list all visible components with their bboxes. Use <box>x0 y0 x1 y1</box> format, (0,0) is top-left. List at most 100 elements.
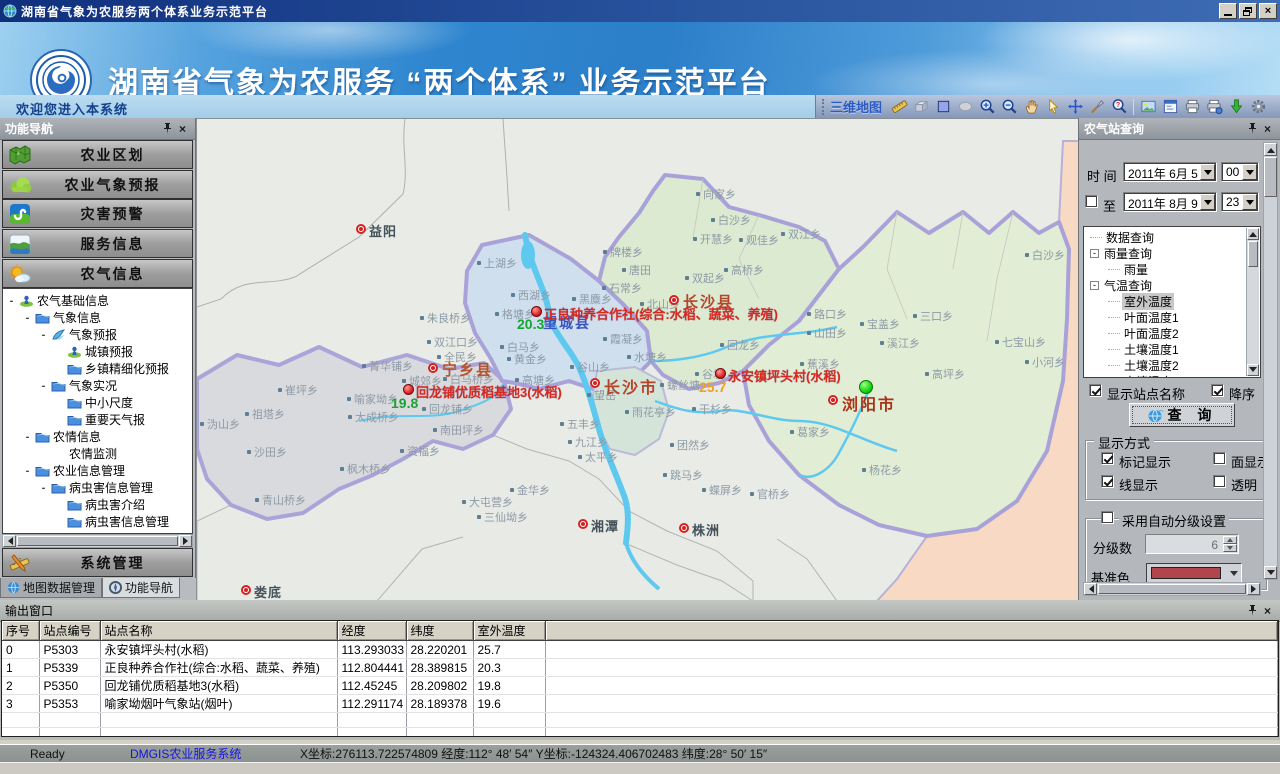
level-count-spinner[interactable]: 6 <box>1145 534 1239 554</box>
nav-button-agro-weather-info[interactable]: 农气信息 <box>2 259 193 288</box>
output-table-row[interactable]: 1P5339正良种养合作社(综合:水稻、蔬菜、养殖)112.80444128.3… <box>2 659 1278 677</box>
query-panel-vscrollbar[interactable] <box>1263 142 1278 580</box>
city-marker[interactable] <box>356 224 366 234</box>
query-tree-item[interactable]: 雨量 <box>1084 261 1260 277</box>
nav-button-zoning[interactable]: 农业区划 <box>2 140 193 169</box>
city-marker[interactable] <box>578 519 588 529</box>
flatten-icon[interactable] <box>910 96 932 117</box>
pin-icon[interactable] <box>1245 603 1260 618</box>
chevron-down-icon[interactable] <box>1200 194 1215 210</box>
auto-grading-checkbox[interactable] <box>1101 511 1114 524</box>
hour-to-combo[interactable]: 23 <box>1221 192 1259 212</box>
output-column-header[interactable]: 经度 <box>337 621 406 641</box>
tree-collapse-toggle[interactable]: - <box>23 465 32 477</box>
output-column-header[interactable]: 站点编号 <box>39 621 100 641</box>
query-tree-item[interactable]: 叶面温度1 <box>1084 309 1260 325</box>
query-tree-item[interactable]: 土壤温度1 <box>1084 341 1260 357</box>
nav-tree-item[interactable]: -农业信息管理 <box>3 462 192 479</box>
nav-tree-item[interactable]: -农气基础信息 <box>3 292 192 309</box>
close-icon[interactable]: × <box>175 121 190 136</box>
tree-collapse-toggle[interactable]: - <box>1090 249 1099 258</box>
city-marker[interactable] <box>241 585 251 595</box>
nav-tree-item[interactable]: 病虫害信息管理 <box>3 513 192 530</box>
query-tree-item[interactable]: 室外温度 <box>1084 293 1260 309</box>
county-marker[interactable] <box>828 395 838 405</box>
select-icon[interactable] <box>1042 96 1064 117</box>
tree-collapse-toggle[interactable]: - <box>7 295 16 307</box>
close-button[interactable]: × <box>1259 3 1277 19</box>
date-from-combo[interactable]: 2011年 6月 5 <box>1123 162 1217 182</box>
output-table-row[interactable]: 3P5353喻家坳烟叶气象站(烟叶)112.29117428.18937819.… <box>2 695 1278 713</box>
tree-collapse-toggle[interactable]: - <box>23 312 32 324</box>
nav-tree-item[interactable]: 农情监测 <box>3 445 192 462</box>
tab-map-data-manage[interactable]: 地图数据管理 <box>0 578 102 598</box>
restore-button[interactable] <box>1239 3 1257 19</box>
line-display-checkbox[interactable] <box>1101 475 1114 488</box>
print-icon[interactable] <box>1181 96 1203 117</box>
output-table-row[interactable]: 0P5303永安镇坪头村(水稻)113.29303328.22020125.7 <box>2 641 1278 659</box>
date-to-combo[interactable]: 2011年 8月 9 <box>1123 192 1217 212</box>
rectangle-icon[interactable] <box>932 96 954 117</box>
query-tree-item[interactable]: 数据查询 <box>1084 229 1260 245</box>
area-display-checkbox[interactable] <box>1213 452 1226 465</box>
nav-tree-hscrollbar[interactable] <box>2 534 193 548</box>
nav-tree-item[interactable]: 乡镇精细化预报 <box>3 360 192 377</box>
query-tree-item[interactable]: -雨量查询 <box>1084 245 1260 261</box>
county-marker[interactable] <box>590 378 600 388</box>
show-station-names-checkbox[interactable] <box>1089 384 1102 397</box>
tree-collapse-toggle[interactable]: - <box>39 329 48 341</box>
nav-tree-item[interactable]: -农情信息 <box>3 428 192 445</box>
nav-tree-item[interactable]: -气象预报 <box>3 326 192 343</box>
tree-collapse-toggle[interactable]: - <box>1090 281 1099 290</box>
city-marker[interactable] <box>679 523 689 533</box>
output-table[interactable]: 序号站点编号站点名称经度纬度室外温度 0P5303永安镇坪头村(水稻)113.2… <box>2 621 1278 737</box>
nav-tree-item[interactable]: -气象实况 <box>3 377 192 394</box>
query-tree-item[interactable]: -气温查询 <box>1084 277 1260 293</box>
county-marker[interactable] <box>428 363 438 373</box>
output-table-row[interactable]: 2P5350回龙铺优质稻基地3(水稻)112.4524528.20980219.… <box>2 677 1278 695</box>
query-panel-hscrollbar[interactable] <box>1083 582 1261 596</box>
nav-button-system-admin[interactable]: 系统管理 <box>2 548 193 577</box>
output-column-header[interactable]: 序号 <box>2 621 39 641</box>
image-export-icon[interactable] <box>1137 96 1159 117</box>
chevron-down-icon[interactable] <box>1200 164 1215 180</box>
nav-tree-item[interactable]: 中小尺度 <box>3 394 192 411</box>
tab-function-nav[interactable]: 功能导航 <box>102 578 180 598</box>
hour-from-combo[interactable]: 00 <box>1221 162 1259 182</box>
nav-tree-item[interactable]: -气象信息 <box>3 309 192 326</box>
tree-collapse-toggle[interactable]: - <box>23 431 32 443</box>
output-column-header[interactable]: 纬度 <box>406 621 473 641</box>
query-button[interactable]: 查 询 <box>1129 403 1235 427</box>
print-setup-icon[interactable] <box>1203 96 1225 117</box>
query-tree-item[interactable]: 土壤温度2 <box>1084 357 1260 373</box>
descending-checkbox[interactable] <box>1211 384 1224 397</box>
brush-icon[interactable] <box>1086 96 1108 117</box>
spin-down-icon[interactable] <box>1223 544 1237 552</box>
chevron-down-icon[interactable] <box>1242 194 1257 210</box>
nav-tree-item[interactable]: 重要天气报 <box>3 411 192 428</box>
query-tree-vscrollbar[interactable] <box>1246 228 1259 376</box>
zoom-in-icon[interactable] <box>976 96 998 117</box>
nav-button-service-info[interactable]: 服务信息 <box>2 229 193 258</box>
status-system-link[interactable]: DMGIS农业服务系统 <box>130 745 300 762</box>
pin-icon[interactable] <box>160 121 175 136</box>
zoom-out-icon[interactable] <box>998 96 1020 117</box>
close-icon[interactable]: × <box>1260 603 1275 618</box>
tree-collapse-toggle[interactable]: - <box>39 380 48 392</box>
identify-icon[interactable]: ? <box>1108 96 1130 117</box>
base-color-combo[interactable] <box>1146 563 1242 583</box>
minimize-button[interactable] <box>1219 3 1237 19</box>
map-viewport[interactable]: 上湖乡西湖乡朱良桥乡双江口乡全民乡格塘乡白马乡黄金乡菁华铺乡牌楼乡唐田石常乡黑麋… <box>196 118 1078 600</box>
pan-icon[interactable] <box>1020 96 1042 117</box>
query-tree-item[interactable]: 土壤温度3 <box>1084 373 1260 378</box>
settings-icon[interactable] <box>1247 96 1269 117</box>
close-icon[interactable]: × <box>1260 121 1275 136</box>
spin-up-icon[interactable] <box>1223 536 1237 544</box>
toolbar-3dmap-button[interactable]: 三维地图 <box>830 97 882 116</box>
output-column-header[interactable]: 站点名称 <box>100 621 337 641</box>
center-icon[interactable] <box>1064 96 1086 117</box>
pin-icon[interactable] <box>1245 121 1260 136</box>
query-tree-item[interactable]: 叶面温度2 <box>1084 325 1260 341</box>
output-column-header[interactable]: 室外温度 <box>473 621 545 641</box>
ellipse-icon[interactable] <box>954 96 976 117</box>
